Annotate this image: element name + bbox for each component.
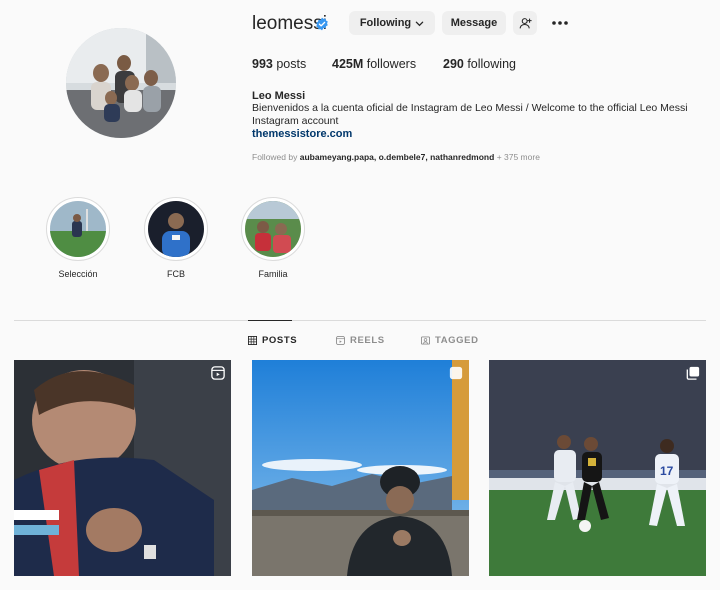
following-button[interactable]: Following bbox=[349, 11, 435, 35]
post-tile-3[interactable]: 17 bbox=[489, 360, 706, 576]
message-button-label: Message bbox=[450, 17, 498, 29]
followed-by[interactable]: Followed by aubameyang.papa, o.dembele7,… bbox=[252, 152, 540, 162]
stat-posts: 993 posts bbox=[252, 57, 306, 71]
post-tile-1[interactable] bbox=[14, 360, 231, 576]
svg-text:17: 17 bbox=[660, 464, 674, 478]
highlight-familia-label: Familia bbox=[258, 269, 288, 279]
tab-posts[interactable]: POSTS bbox=[248, 335, 297, 346]
highlight-familia-thumbnail bbox=[245, 201, 301, 257]
tabs-divider bbox=[14, 320, 706, 321]
more-options-icon bbox=[552, 21, 568, 25]
carousel-badge-icon bbox=[686, 366, 700, 380]
posts-label: posts bbox=[272, 57, 307, 71]
highlight-familia[interactable] bbox=[241, 197, 305, 261]
highlight-fcb-label: FCB bbox=[167, 269, 185, 279]
following-label: following bbox=[463, 57, 516, 71]
highlight-seleccion[interactable] bbox=[46, 197, 110, 261]
profile-full-name: Leo Messi bbox=[252, 90, 306, 102]
post-tile-2[interactable] bbox=[252, 360, 469, 576]
posts-count: 993 bbox=[252, 57, 273, 71]
chevron-down-icon bbox=[415, 21, 424, 26]
highlight-seleccion-label: Selección bbox=[58, 269, 98, 279]
avatar-photo bbox=[66, 28, 176, 138]
stat-following[interactable]: 290 following bbox=[443, 57, 516, 71]
highlight-fcb[interactable] bbox=[144, 197, 208, 261]
tab-tagged[interactable]: TAGGED bbox=[421, 335, 479, 346]
followed-by-more: + 375 more bbox=[494, 152, 540, 162]
more-options-button[interactable] bbox=[549, 12, 571, 34]
followers-count: 425M bbox=[332, 57, 364, 71]
highlight-seleccion-thumbnail bbox=[50, 201, 106, 257]
reels-icon bbox=[336, 336, 345, 345]
following-button-label: Following bbox=[359, 17, 412, 29]
followers-label: followers bbox=[363, 57, 417, 71]
profile-bio: Bienvenidos a la cuenta oficial de Insta… bbox=[252, 102, 688, 127]
tab-reels-label: REELS bbox=[350, 335, 385, 346]
highlight-fcb-thumbnail bbox=[148, 201, 204, 257]
tab-tagged-label: TAGGED bbox=[435, 335, 479, 346]
post-2-image bbox=[252, 360, 469, 576]
stat-followers[interactable]: 425M followers bbox=[332, 57, 416, 71]
profile-link[interactable]: themessistore.com bbox=[252, 128, 352, 140]
followed-by-names: aubameyang.papa, o.dembele7, nathanredmo… bbox=[299, 152, 495, 162]
add-user-icon bbox=[519, 17, 532, 28]
post-1-image bbox=[14, 360, 231, 576]
tab-posts-label: POSTS bbox=[262, 335, 298, 346]
reel-badge-icon bbox=[211, 366, 225, 380]
verified-badge-icon bbox=[316, 17, 328, 31]
tagged-icon bbox=[421, 336, 430, 345]
tab-reels[interactable]: REELS bbox=[336, 335, 385, 346]
post-2-badge-icon bbox=[449, 366, 463, 380]
grid-icon bbox=[248, 336, 257, 345]
message-button[interactable]: Message bbox=[442, 11, 506, 35]
profile-avatar[interactable] bbox=[66, 28, 176, 138]
followed-by-prefix: Followed by bbox=[252, 152, 300, 162]
post-3-image: 17 bbox=[489, 360, 706, 576]
add-user-button[interactable] bbox=[513, 11, 537, 35]
active-tab-indicator bbox=[248, 320, 292, 321]
following-count: 290 bbox=[443, 57, 464, 71]
